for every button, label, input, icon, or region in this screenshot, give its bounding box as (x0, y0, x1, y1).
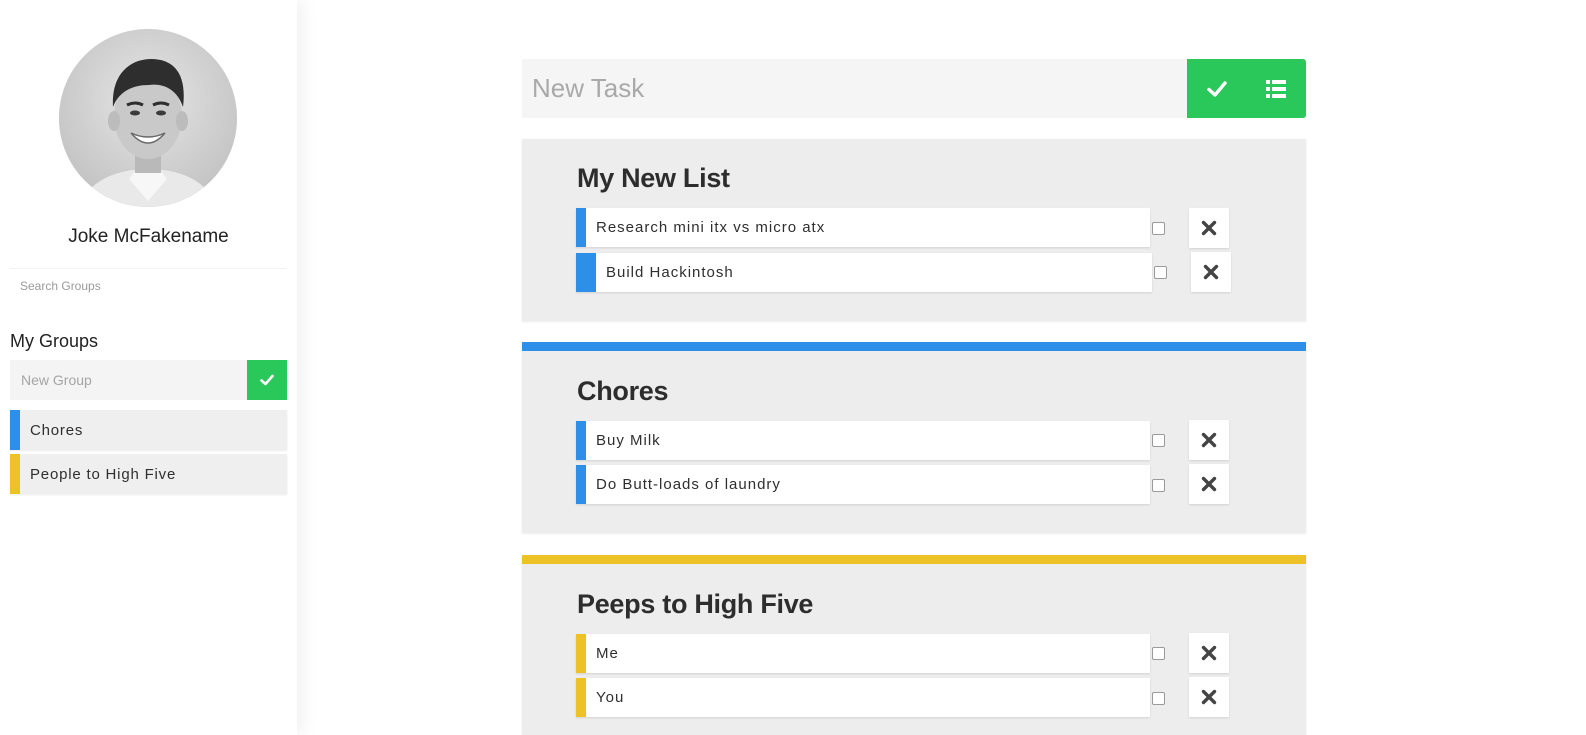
new-task-input[interactable] (522, 59, 1187, 118)
task-item: Research mini itx vs micro atx (576, 208, 1150, 247)
close-icon (1201, 689, 1217, 705)
close-icon (1201, 220, 1217, 236)
task-checkbox[interactable] (1152, 692, 1165, 705)
check-icon (260, 374, 274, 386)
task-color-bar (576, 634, 586, 673)
list-color-bar (522, 342, 1306, 351)
group-item-people-to-high-five[interactable]: People to High Five (10, 454, 287, 494)
task-checkbox[interactable] (1152, 434, 1165, 447)
delete-task-button[interactable] (1189, 420, 1229, 460)
list-title: Chores (577, 376, 669, 406)
show-lists-button[interactable] (1246, 59, 1305, 118)
task-item: Buy Milk (576, 421, 1150, 460)
app-root: Joke McFakename My Groups Chores People … (0, 0, 1586, 735)
task-text: Me (596, 645, 619, 662)
close-icon (1203, 264, 1219, 280)
task-checkbox[interactable] (1152, 222, 1165, 235)
task-text: You (596, 689, 625, 706)
list-color-bar (522, 555, 1306, 564)
task-color-bar (576, 421, 586, 460)
group-color-bar (10, 410, 20, 450)
sidebar: Joke McFakename My Groups Chores People … (0, 0, 297, 735)
new-task-form (522, 59, 1306, 118)
search-groups-input[interactable] (10, 268, 286, 302)
task-color-bar (576, 208, 586, 247)
close-icon (1201, 476, 1217, 492)
group-label: People to High Five (30, 465, 177, 483)
task-color-bar (576, 678, 586, 717)
task-text: Research mini itx vs micro atx (596, 219, 826, 236)
list-title: Peeps to High Five (577, 589, 814, 619)
list-title: My New List (577, 163, 730, 193)
task-checkbox[interactable] (1154, 266, 1167, 279)
delete-task-button[interactable] (1189, 208, 1229, 248)
task-color-bar (576, 253, 596, 292)
task-checkbox[interactable] (1152, 479, 1165, 492)
avatar (59, 29, 237, 207)
list-icon (1265, 79, 1286, 98)
close-icon (1201, 645, 1217, 661)
user-name: Joke McFakename (68, 226, 229, 247)
task-text: Build Hackintosh (606, 264, 734, 281)
task-item: Me (576, 634, 1150, 673)
close-icon (1201, 432, 1217, 448)
groups-heading: My Groups (10, 331, 99, 351)
group-label: Chores (30, 421, 84, 439)
add-group-button[interactable] (247, 360, 287, 400)
new-group-form (10, 360, 287, 400)
task-item: You (576, 678, 1150, 717)
task-text: Do Butt-loads of laundry (596, 476, 781, 493)
task-text: Buy Milk (596, 432, 661, 449)
group-item-chores[interactable]: Chores (10, 410, 287, 450)
list-card-peeps-to-high-five: Peeps to High Five Me You (522, 555, 1306, 735)
list-card-chores: Chores Buy Milk Do Butt-loads of laundry (522, 342, 1306, 533)
delete-task-button[interactable] (1189, 677, 1229, 717)
task-color-bar (576, 465, 586, 504)
avatar-image (59, 29, 237, 207)
delete-task-button[interactable] (1191, 252, 1231, 292)
delete-task-button[interactable] (1189, 633, 1229, 673)
list-card-my-new-list: My New List Research mini itx vs micro a… (522, 139, 1306, 321)
new-task-actions (1187, 59, 1306, 118)
check-icon (1206, 80, 1227, 97)
task-item: Build Hackintosh (576, 253, 1152, 292)
group-color-bar (10, 454, 20, 494)
task-checkbox[interactable] (1152, 647, 1165, 660)
new-group-input[interactable] (10, 360, 247, 400)
task-item: Do Butt-loads of laundry (576, 465, 1150, 504)
delete-task-button[interactable] (1189, 464, 1229, 504)
add-task-button[interactable] (1187, 59, 1246, 118)
